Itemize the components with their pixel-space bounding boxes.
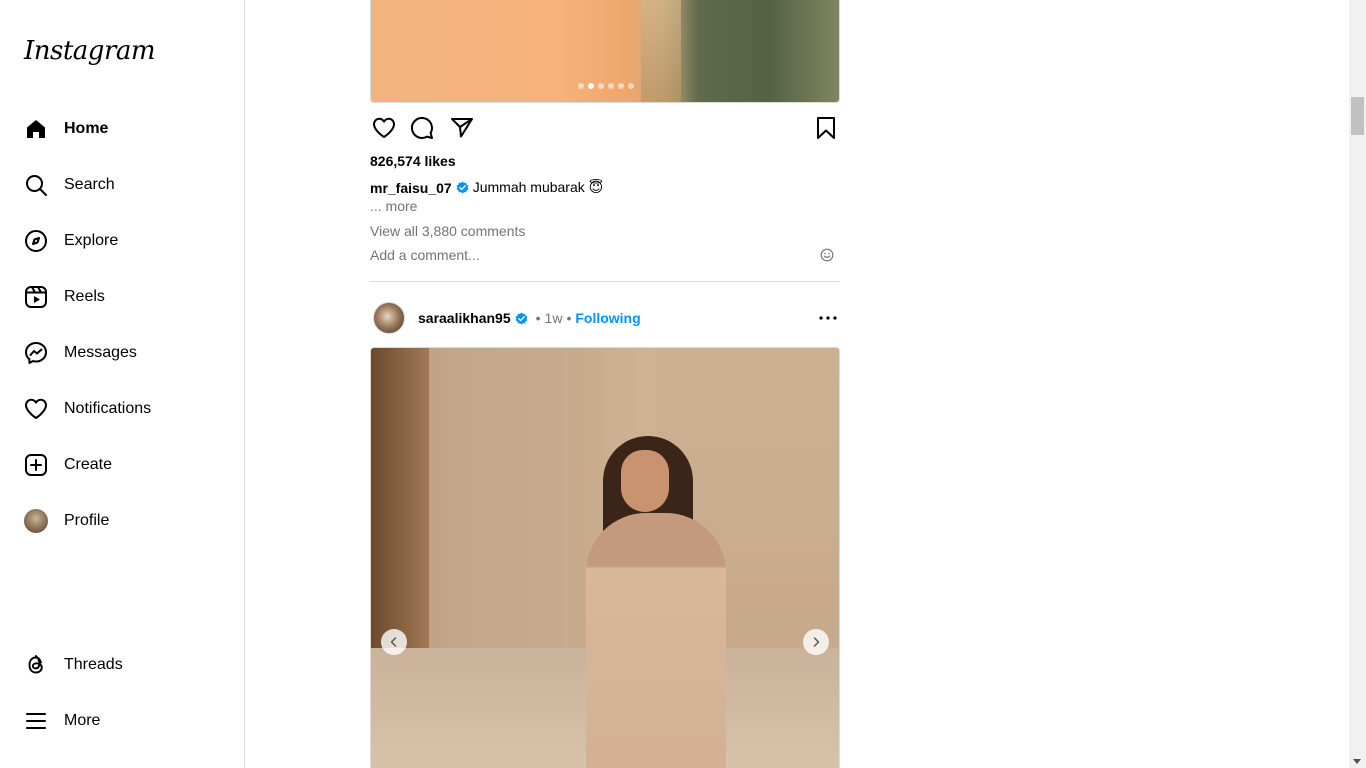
view-comments-link[interactable]: View all 3,880 comments <box>370 223 525 239</box>
sidebar: Instagram Home Search Explore Reels Mess… <box>0 0 245 768</box>
sidebar-item-label: More <box>64 712 101 729</box>
search-icon <box>24 173 48 197</box>
image-detail <box>371 348 429 648</box>
sidebar-item-label: Reels <box>64 288 105 305</box>
home-icon <box>24 117 48 141</box>
emoji-icon[interactable] <box>820 248 836 264</box>
post-image[interactable] <box>370 0 840 103</box>
comment-button[interactable] <box>408 114 436 142</box>
comment-input[interactable] <box>370 247 790 263</box>
post-actions <box>370 114 840 142</box>
sidebar-item-label: Explore <box>64 232 119 249</box>
more-options-button[interactable] <box>816 306 840 330</box>
sidebar-item-notifications[interactable]: Notifications <box>12 385 232 433</box>
add-comment-row <box>370 247 840 267</box>
share-button[interactable] <box>448 114 476 142</box>
image-detail <box>621 450 669 512</box>
scrollbar-thumb[interactable] <box>1351 97 1364 135</box>
more-link[interactable]: ... more <box>370 198 417 214</box>
post-caption: mr_faisu_07 Jummah mubarak 😇 <box>370 179 603 196</box>
sidebar-item-reels[interactable]: Reels <box>12 273 232 321</box>
instagram-logo[interactable]: Instagram <box>24 36 156 66</box>
sidebar-item-threads[interactable]: Threads <box>12 641 232 689</box>
following-button[interactable]: Following <box>575 310 640 326</box>
post-divider <box>370 281 840 282</box>
sidebar-item-label: Profile <box>64 512 110 529</box>
sidebar-item-search[interactable]: Search <box>12 161 232 209</box>
sidebar-item-profile[interactable]: Profile <box>12 497 232 545</box>
like-button[interactable] <box>370 114 398 142</box>
sidebar-item-label: Search <box>64 176 115 193</box>
ellipsis-icon <box>819 316 837 320</box>
chevron-left-icon <box>390 637 397 647</box>
caption-username[interactable]: mr_faisu_07 <box>370 180 452 196</box>
carousel-dots <box>578 83 634 89</box>
carousel-prev-button[interactable] <box>381 629 407 655</box>
chevron-right-icon <box>813 637 820 647</box>
avatar[interactable] <box>373 302 405 334</box>
heart-icon <box>373 117 395 138</box>
messenger-icon <box>24 341 48 365</box>
send-icon <box>451 118 473 138</box>
post-username[interactable]: saraalikhan95 <box>418 310 511 326</box>
likes-count[interactable]: 826,574 likes <box>370 153 456 169</box>
sidebar-item-label: Threads <box>64 656 123 673</box>
caption-text: Jummah mubarak 😇 <box>472 179 604 195</box>
save-button[interactable] <box>812 114 840 142</box>
heart-icon <box>24 397 48 421</box>
image-detail <box>586 513 726 768</box>
verified-badge-icon <box>515 312 528 325</box>
compass-icon <box>24 229 48 253</box>
post-time[interactable]: 1w <box>545 310 563 326</box>
sidebar-item-create[interactable]: Create <box>12 441 232 489</box>
post-image[interactable] <box>370 347 840 768</box>
sidebar-item-label: Create <box>64 456 113 473</box>
sidebar-item-explore[interactable]: Explore <box>12 217 232 265</box>
reels-icon <box>24 285 48 309</box>
plus-square-icon <box>24 453 48 477</box>
sidebar-item-label: Notifications <box>64 400 152 417</box>
post-image-detail <box>641 0 681 102</box>
sidebar-item-label: Messages <box>64 344 137 361</box>
scrollbar[interactable] <box>1349 0 1366 768</box>
separator: • <box>566 310 572 326</box>
comment-icon <box>410 116 433 139</box>
carousel-next-button[interactable] <box>803 629 829 655</box>
threads-icon <box>24 653 48 677</box>
hamburger-icon <box>24 709 48 733</box>
scroll-down-arrow-icon[interactable] <box>1353 759 1361 764</box>
sidebar-item-home[interactable]: Home <box>12 105 232 153</box>
sidebar-item-messages[interactable]: Messages <box>12 329 232 377</box>
avatar <box>24 509 48 533</box>
verified-badge-icon <box>456 181 469 194</box>
separator: • <box>535 310 541 326</box>
sidebar-item-label: Home <box>64 120 109 137</box>
bookmark-icon <box>817 117 835 139</box>
sidebar-item-more[interactable]: More <box>12 697 232 745</box>
post-header: saraalikhan95 • 1w • Following <box>370 302 840 334</box>
